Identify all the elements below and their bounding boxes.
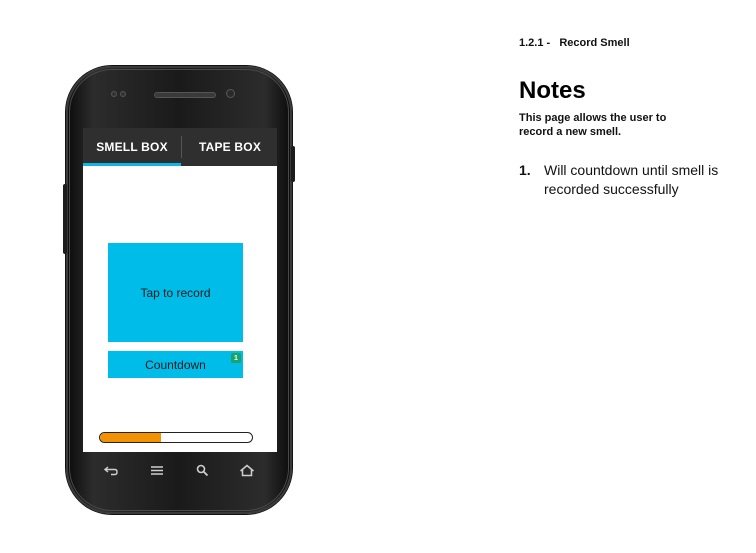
menu-icon[interactable] [145, 460, 169, 480]
phone-frame: SMELL BOX TAPE BOX Tap to record Countdo… [63, 66, 295, 514]
annotation-marker: 1 [231, 353, 241, 363]
notes-description: This page allows the user to record a ne… [519, 112, 667, 138]
light-sensor [120, 91, 126, 97]
front-camera [226, 89, 235, 98]
phone-screen: SMELL BOX TAPE BOX Tap to record Countdo… [83, 128, 277, 452]
earpiece-speaker [154, 92, 216, 98]
tab-smell-box[interactable]: SMELL BOX [83, 128, 181, 166]
search-icon[interactable] [190, 460, 214, 480]
record-button-label: Tap to record [140, 285, 211, 300]
page-breadcrumb: 1.2.1 - Record Smell [519, 37, 630, 49]
selected-tab-indicator [83, 163, 181, 166]
proximity-sensor [111, 91, 117, 97]
volume-button[interactable] [63, 184, 67, 254]
recording-progress-bar [99, 432, 253, 443]
home-icon[interactable] [235, 460, 259, 480]
back-icon[interactable] [99, 460, 123, 480]
note-number: 1. [519, 162, 531, 178]
tab-bar: SMELL BOX TAPE BOX [83, 128, 277, 166]
progress-fill [100, 433, 161, 442]
note-text: Will countdown until smell is recorded s… [544, 162, 719, 197]
notes-heading: Notes [519, 77, 586, 104]
tab-divider [181, 136, 182, 158]
countdown-label: Countdown [145, 357, 206, 372]
countdown-display: Countdown 1 [108, 351, 243, 378]
record-button[interactable]: Tap to record [108, 243, 243, 342]
power-button[interactable] [291, 146, 295, 182]
tab-tape-box[interactable]: TAPE BOX [183, 128, 277, 166]
